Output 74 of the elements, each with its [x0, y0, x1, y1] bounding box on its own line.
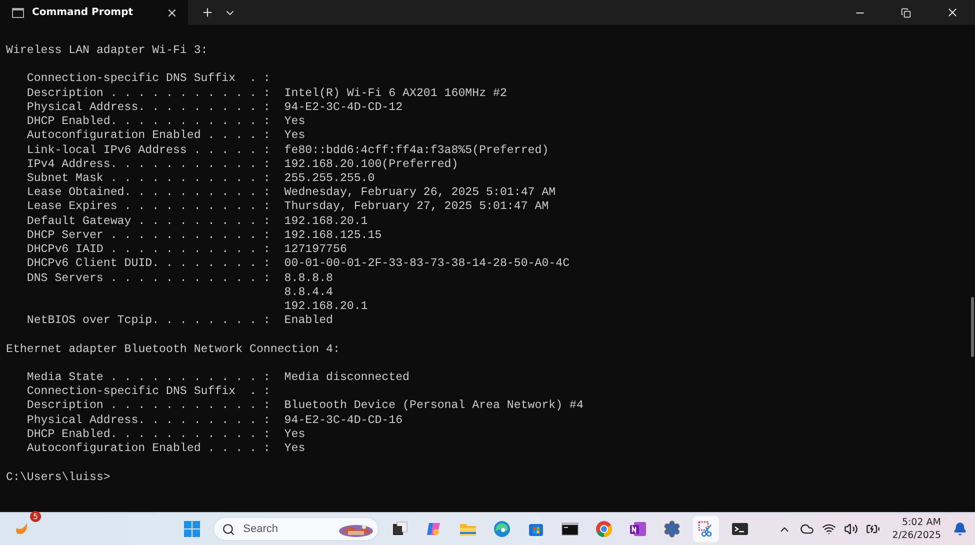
field-value: Enabled: [284, 314, 333, 328]
edge-icon: [493, 520, 512, 538]
field-value: 8.8.8.8: [284, 272, 333, 286]
field-label: Physical Address. . . . . . . . . :: [26, 414, 272, 428]
field-label: IPv4 Address. . . . . . . . . . . :: [26, 158, 272, 172]
field-value: 00-01-00-01-2F-33-83-73-38-14-28-50-A0-4C: [284, 257, 570, 272]
console-icon: [12, 8, 24, 18]
field-value: Yes: [284, 442, 306, 456]
field-label: Media State . . . . . . . . . . . :: [26, 371, 272, 386]
field-value: 127197756: [284, 243, 347, 258]
field-value: 192.168.20.1: [284, 214, 368, 229]
field-value: Thursday, February 27, 2025 5:01:47 AM: [284, 200, 549, 215]
plus-icon: [200, 6, 214, 19]
battery-icon[interactable]: [866, 522, 880, 536]
field-label: DHCPv6 IAID . . . . . . . . . . . :: [26, 243, 272, 258]
field-label: Lease Expires . . . . . . . . . . :: [26, 200, 272, 215]
field-label: DNS Servers . . . . . . . . . . . :: [26, 272, 272, 286]
tab-title: Command Prompt: [32, 7, 134, 18]
field-value: fe80::bdd6:4cff:ff4a:f3a8%5(Preferred): [284, 144, 549, 158]
field-label: Subnet Mask . . . . . . . . . . . :: [26, 172, 272, 186]
close-icon: [166, 6, 178, 18]
settings-icon: [663, 520, 682, 538]
restore-icon: [901, 8, 911, 18]
field-value: 255.255.255.0: [284, 172, 375, 186]
field-label: Description . . . . . . . . . . . :: [26, 399, 272, 414]
notifications-icon[interactable]: [953, 522, 967, 536]
field-value: Wednesday, February 26, 2025 5:01:47 AM: [284, 186, 556, 200]
scrollbar-thumb[interactable]: [971, 297, 974, 357]
field-value: 192.168.20.1: [284, 300, 368, 314]
field-value: Yes: [284, 129, 306, 144]
volume-icon[interactable]: [844, 522, 858, 536]
field-value: 94-E2-3C-4D-CD-12: [284, 100, 403, 116]
wifi-icon[interactable]: [822, 522, 836, 536]
field-label: Description . . . . . . . . . . . :: [26, 86, 272, 101]
field-label: Link-local IPv6 Address . . . . . :: [26, 144, 272, 158]
cloud-icon[interactable]: [800, 522, 814, 536]
time-text: 5:02 AM: [902, 516, 941, 529]
task-view-icon: [391, 520, 410, 538]
field-label: Connection-specific DNS Suffix . :: [26, 72, 272, 87]
field-value: 8.8.4.4: [284, 286, 333, 300]
windows-icon: [183, 520, 202, 538]
field-label: Default Gateway . . . . . . . . . :: [26, 214, 272, 229]
field-label: Connection-specific DNS Suffix . :: [26, 385, 272, 400]
terminal-icon: [731, 520, 750, 538]
field-label: DHCPv6 Client DUID. . . . . . . . :: [26, 257, 272, 272]
field-value: Bluetooth Device (Personal Area Network) #4: [284, 399, 584, 414]
console-icon: [561, 520, 580, 538]
section-heading: Ethernet adapter Bluetooth Network Connection 4:: [6, 342, 340, 357]
field-label: DHCP Server . . . . . . . . . . . :: [26, 228, 272, 244]
search-field[interactable]: Search: [241, 522, 332, 536]
field-label: Lease Obtained. . . . . . . . . . :: [26, 186, 272, 200]
field-value: Yes: [284, 115, 306, 130]
terminal-tab[interactable]: Command Prompt: [0, 0, 188, 25]
field-label: DHCP Enabled. . . . . . . . . . . :: [26, 428, 272, 442]
field-label: Physical Address. . . . . . . . . :: [26, 100, 272, 116]
field-label: Autoconfiguration Enabled . . . . :: [26, 129, 272, 144]
field-label: NetBIOS over Tcpip. . . . . . . . :: [26, 314, 272, 328]
field-label: Autoconfiguration Enabled . . . . :: [26, 442, 272, 456]
search-icon: [222, 522, 236, 536]
field-value: Intel(R) Wi-Fi 6 AX201 160MHz #2: [284, 86, 507, 101]
field-value: Yes: [284, 428, 306, 442]
command-prompt: C:\Users\luiss>: [6, 470, 110, 485]
section-heading: Wireless LAN adapter Wi-Fi 3:: [6, 44, 208, 58]
search-bar[interactable]: Search: [213, 517, 380, 541]
field-value: 192.168.125.15: [284, 228, 382, 244]
onenote-icon: [629, 520, 648, 538]
field-label: DHCP Enabled. . . . . . . . . . . :: [26, 115, 272, 130]
field-value: 94-E2-3C-4D-CD-16: [284, 414, 403, 428]
clock[interactable]: 5:02 AM 2/26/2025: [892, 516, 941, 542]
close-icon: [946, 6, 958, 19]
date-text: 2/26/2025: [892, 529, 941, 542]
field-value: Media disconnected: [284, 371, 410, 386]
chrome-icon: [595, 520, 614, 538]
field-value: 192.168.20.100(Preferred): [284, 158, 458, 172]
